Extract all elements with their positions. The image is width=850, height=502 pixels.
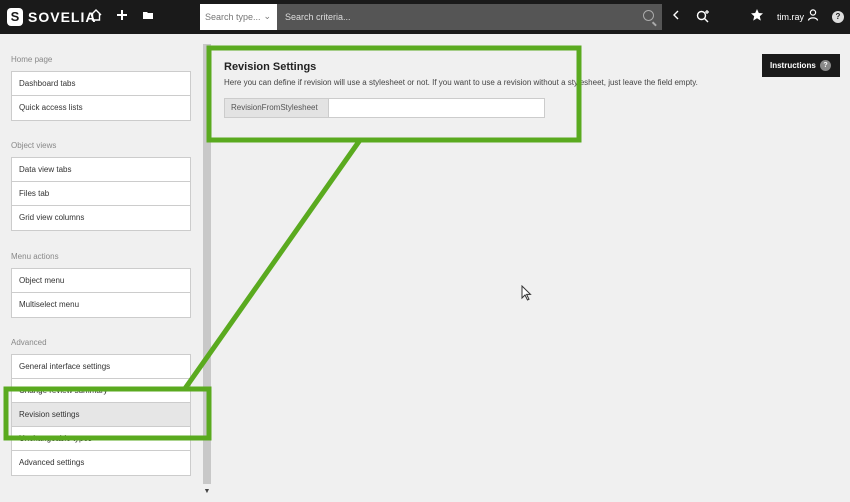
- user-icon[interactable]: [804, 8, 822, 26]
- sidebar-item-unchangeable-types[interactable]: Unchangeable types: [12, 427, 190, 451]
- section-title-menu-actions: Menu actions: [11, 252, 59, 261]
- sidebar-item-general-interface-settings[interactable]: General interface settings: [12, 355, 190, 379]
- help-icon: ?: [820, 60, 831, 71]
- menu-group-object-views: Data view tabs Files tab Grid view colum…: [11, 157, 191, 231]
- page-title: Revision Settings: [224, 61, 317, 73]
- top-bar: S SOVELIA Search type... ⌄ Search criter…: [0, 0, 850, 34]
- menu-group-advanced: General interface settings Change review…: [11, 354, 191, 476]
- section-title-advanced: Advanced: [11, 338, 47, 347]
- section-title-object-views: Object views: [11, 141, 57, 150]
- settings-sidebar: Home page Dashboard tabs Quick access li…: [0, 34, 212, 502]
- instructions-button[interactable]: Instructions ?: [762, 54, 840, 77]
- star-icon[interactable]: [748, 8, 766, 26]
- sidebar-scrollbar[interactable]: [203, 44, 211, 484]
- sidebar-item-quick-access-lists[interactable]: Quick access lists: [12, 96, 190, 120]
- search-type-placeholder: Search type...: [205, 12, 261, 22]
- user-name[interactable]: tim.ray: [777, 12, 804, 22]
- revision-from-stylesheet-label: RevisionFromStylesheet: [224, 98, 340, 118]
- help-icon[interactable]: ?: [832, 11, 844, 23]
- chevron-down-icon: ⌄: [263, 11, 271, 21]
- revision-from-stylesheet-input[interactable]: [328, 98, 545, 118]
- sidebar-item-change-review-summary[interactable]: Change review summary: [12, 379, 190, 403]
- search-icon[interactable]: [643, 10, 654, 21]
- folder-icon[interactable]: [139, 8, 157, 26]
- sovelia-logo[interactable]: S SOVELIA: [7, 7, 96, 27]
- main-content: Revision Settings Here you can define if…: [212, 34, 850, 502]
- sidebar-item-object-menu[interactable]: Object menu: [12, 269, 190, 293]
- plus-icon[interactable]: [113, 8, 131, 26]
- search-type-select[interactable]: Search type... ⌄: [200, 4, 277, 30]
- sidebar-item-multiselect-menu[interactable]: Multiselect menu: [12, 293, 190, 317]
- mouse-cursor-icon: [521, 284, 533, 306]
- sidebar-item-dashboard-tabs[interactable]: Dashboard tabs: [12, 72, 190, 96]
- sidebar-item-grid-view-columns[interactable]: Grid view columns: [12, 206, 190, 230]
- menu-group-menu-actions: Object menu Multiselect menu: [11, 268, 191, 318]
- home-icon[interactable]: [87, 8, 105, 26]
- sidebar-item-files-tab[interactable]: Files tab: [12, 182, 190, 206]
- scroll-down-arrow-icon[interactable]: ▼: [203, 488, 211, 495]
- instructions-label: Instructions: [770, 61, 816, 70]
- menu-group-home-page: Dashboard tabs Quick access lists: [11, 71, 191, 121]
- sidebar-item-revision-settings[interactable]: Revision settings: [12, 403, 190, 427]
- sidebar-item-data-view-tabs[interactable]: Data view tabs: [12, 158, 190, 182]
- search-input[interactable]: Search criteria...: [277, 4, 662, 30]
- search-placeholder: Search criteria...: [285, 12, 351, 22]
- section-title-home-page: Home page: [11, 55, 53, 64]
- chevron-left-icon[interactable]: [667, 8, 685, 26]
- logo-mark: S: [7, 8, 23, 26]
- page-description: Here you can define if revision will use…: [224, 78, 698, 87]
- sidebar-item-advanced-settings[interactable]: Advanced settings: [12, 451, 190, 475]
- search-plus-icon[interactable]: [694, 8, 712, 26]
